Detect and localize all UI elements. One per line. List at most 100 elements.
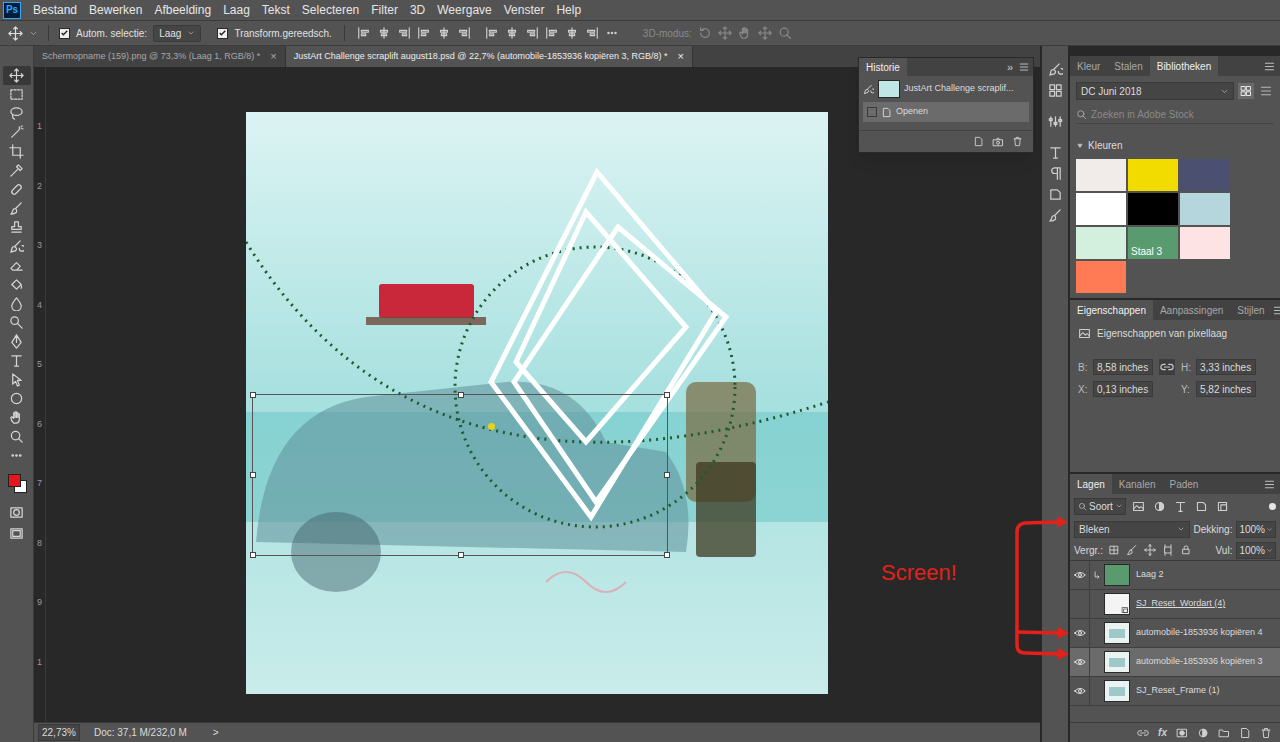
history-tab[interactable]: Historie — [859, 58, 907, 76]
fx-button[interactable]: fx — [1158, 725, 1167, 740]
panel-menu-icon[interactable] — [1263, 478, 1276, 491]
tool-button[interactable] — [3, 351, 31, 370]
layer-row[interactable]: automobile-1853936 kopiëren 4 — [1070, 619, 1280, 648]
tool-button[interactable] — [3, 85, 31, 104]
smart-filter-icon[interactable] — [1216, 500, 1229, 513]
paragraph-panel-icon[interactable] — [1048, 166, 1063, 181]
transform-handle[interactable] — [250, 392, 256, 398]
lock-position-icon[interactable] — [1144, 544, 1156, 556]
menu-item[interactable]: Bestand — [27, 0, 83, 20]
zoom-field[interactable]: 22,73% — [38, 724, 80, 741]
tool-button[interactable] — [3, 446, 31, 465]
status-menu-button[interactable]: > — [213, 725, 219, 740]
stock-search-input[interactable] — [1091, 107, 1274, 122]
layer-name[interactable]: automobile-1853936 kopiëren 3 — [1136, 655, 1263, 669]
tool-button[interactable] — [3, 161, 31, 180]
new-document-from-state-icon[interactable] — [973, 136, 984, 147]
close-button[interactable]: × — [270, 48, 276, 65]
style-panel-icon[interactable] — [1048, 208, 1063, 223]
color-swatch[interactable] — [1128, 193, 1178, 225]
history-brush-icon[interactable] — [863, 84, 874, 95]
history-item[interactable]: Openen — [863, 102, 1029, 122]
layer-row[interactable]: automobile-1853936 kopiëren 3 — [1070, 648, 1280, 677]
history-source-box[interactable] — [867, 107, 877, 117]
transform-handle[interactable] — [664, 552, 670, 558]
layer-name[interactable]: SJ_Reset_Frame (1) — [1136, 684, 1220, 698]
3d-mode-icon[interactable] — [778, 26, 792, 40]
visibility-toggle[interactable] — [1070, 561, 1090, 589]
align-icon[interactable] — [457, 26, 471, 40]
menu-item[interactable]: Selecteren — [296, 0, 365, 20]
type-filter-icon[interactable] — [1174, 500, 1187, 513]
align-icon[interactable] — [397, 26, 411, 40]
align-icon[interactable] — [545, 26, 559, 40]
document-tab[interactable]: JustArt Challenge scraplift august18.psd… — [286, 46, 693, 67]
color-swatch[interactable] — [1076, 261, 1126, 293]
3d-mode-icon[interactable] — [758, 26, 772, 40]
panel-tab[interactable]: Kanalen — [1112, 474, 1163, 494]
collapse-button[interactable]: » — [1002, 58, 1018, 76]
lock-pixels-icon[interactable] — [1108, 544, 1120, 556]
history-panel-icon[interactable] — [1048, 62, 1063, 77]
new-layer-icon[interactable] — [1239, 727, 1251, 739]
snapshot-icon[interactable] — [992, 136, 1004, 148]
shape-filter-icon[interactable] — [1195, 500, 1208, 513]
transform-handle[interactable] — [664, 392, 670, 398]
panel-menu-icon[interactable] — [1018, 61, 1030, 73]
adjustment-filter-icon[interactable] — [1153, 500, 1166, 513]
tool-button[interactable] — [3, 427, 31, 446]
align-icon[interactable] — [357, 26, 371, 40]
visibility-toggle[interactable] — [1070, 677, 1090, 705]
section-header[interactable]: Kleuren — [1076, 138, 1274, 153]
pixel-filter-icon[interactable] — [1132, 500, 1145, 513]
tool-button[interactable] — [3, 66, 31, 85]
color-swatch[interactable] — [1076, 227, 1126, 259]
library-dropdown[interactable]: DC Juni 2018 — [1076, 82, 1234, 100]
lock-all-icon[interactable] — [1180, 544, 1192, 556]
field-value[interactable]: 3,33 inches — [1196, 359, 1256, 375]
transform-box[interactable] — [252, 394, 668, 556]
menu-item[interactable]: Venster — [498, 0, 551, 20]
panel-tab[interactable]: Aanpassingen — [1153, 300, 1230, 320]
link-layers-icon[interactable] — [1137, 727, 1149, 739]
tool-button[interactable] — [3, 237, 31, 256]
layer-row[interactable]: Laag 2 — [1070, 561, 1280, 590]
target-dropdown[interactable]: Laag — [153, 25, 201, 42]
menu-item[interactable]: Afbeelding — [148, 0, 217, 20]
tool-button[interactable] — [3, 332, 31, 351]
document-tab[interactable]: Schermopname (159).png @ 73,3% (Laag 1, … — [34, 46, 286, 67]
menu-item[interactable]: 3D — [404, 0, 431, 20]
layer-row[interactable]: SJ_Reset_Frame (1) — [1070, 677, 1280, 706]
align-icon[interactable] — [525, 26, 539, 40]
align-icon[interactable] — [437, 26, 451, 40]
color-swatch[interactable] — [1076, 193, 1126, 225]
tool-button[interactable] — [3, 275, 31, 294]
transform-handle[interactable] — [458, 552, 464, 558]
transform-handle[interactable] — [250, 552, 256, 558]
character-panel-icon[interactable] — [1048, 145, 1063, 160]
swatch-panel-icon[interactable] — [1048, 83, 1063, 98]
foreground-color[interactable] — [8, 474, 21, 487]
fill-field[interactable]: 100% — [1236, 542, 1276, 559]
move-tool-icon[interactable] — [8, 26, 23, 41]
checkbox[interactable] — [217, 28, 228, 39]
checkbox[interactable] — [59, 28, 70, 39]
panel-tab[interactable]: Eigenschappen — [1070, 300, 1153, 320]
history-item[interactable]: JustArt Challenge scraplif... — [859, 76, 1033, 102]
tool-button[interactable] — [3, 370, 31, 389]
quick-mask-icon[interactable] — [9, 505, 24, 520]
align-icon[interactable] — [505, 26, 519, 40]
trash-icon[interactable] — [1012, 136, 1023, 147]
filter-toggle[interactable] — [1269, 503, 1276, 510]
reference-point[interactable] — [488, 423, 495, 430]
lock-paint-icon[interactable] — [1126, 544, 1138, 556]
adjustment-icon[interactable] — [1197, 727, 1209, 739]
tool-button[interactable] — [3, 199, 31, 218]
blend-mode-dropdown[interactable]: Bleken — [1074, 521, 1190, 538]
tool-button[interactable] — [3, 313, 31, 332]
menu-item[interactable]: Bewerken — [83, 0, 148, 20]
chevron-icon[interactable] — [29, 29, 38, 38]
color-swatch[interactable] — [1076, 159, 1126, 191]
color-swatch[interactable] — [1180, 227, 1230, 259]
panel-tab[interactable]: Stalen — [1107, 56, 1149, 76]
